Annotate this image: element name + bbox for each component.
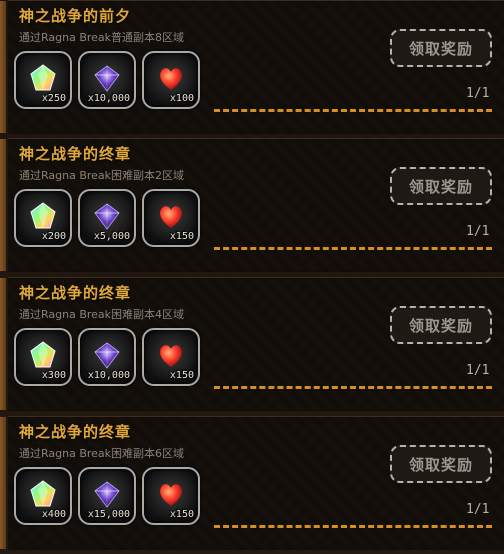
- reward-slot-heart[interactable]: x150: [142, 467, 200, 525]
- reward-slot-gem[interactable]: x10,000: [78, 51, 136, 109]
- achievement-description: 通过Ragna Break困难副本2区域: [19, 169, 185, 182]
- reward-quantity: x250: [41, 93, 66, 104]
- rainbow-crystal-icon: [30, 341, 56, 368]
- reward-quantity: x100: [169, 93, 194, 104]
- claim-reward-button[interactable]: 领取奖励: [390, 445, 492, 483]
- reward-quantity: x15,000: [87, 509, 130, 520]
- achievement-description: 通过Ragna Break困难副本4区域: [19, 308, 185, 321]
- reward-slot-heart[interactable]: x100: [142, 51, 200, 109]
- reward-quantity: x200: [41, 231, 66, 242]
- heart-icon: [160, 484, 182, 506]
- reward-slot-heart[interactable]: x150: [142, 189, 200, 247]
- purple-gem-icon: [94, 65, 120, 92]
- reward-list: x400 x15,000 x150: [14, 467, 200, 525]
- reward-list: x250 x10,000 x100: [14, 51, 200, 109]
- achievement-title: 神之战争的终章: [19, 284, 132, 302]
- reward-quantity: x300: [41, 370, 66, 381]
- progress-count: 1/1: [466, 224, 490, 239]
- achievement-title: 神之战争的前夕: [19, 7, 132, 25]
- achievement-description: 通过Ragna Break困难副本6区域: [19, 447, 185, 460]
- reward-quantity: x150: [169, 509, 194, 520]
- progress-bar: [214, 247, 492, 250]
- reward-quantity: x400: [41, 509, 66, 520]
- reward-slot-crystal[interactable]: x400: [14, 467, 72, 525]
- claim-reward-button[interactable]: 领取奖励: [390, 29, 492, 67]
- claim-reward-button[interactable]: 领取奖励: [390, 167, 492, 205]
- achievement-description: 通过Ragna Break普通副本8区域: [19, 31, 185, 44]
- rainbow-crystal-icon: [30, 64, 56, 91]
- progress-bar: [214, 109, 492, 112]
- achievement-title: 神之战争的终章: [19, 423, 132, 441]
- heart-icon: [160, 345, 182, 367]
- reward-quantity: x10,000: [87, 370, 130, 381]
- progress-count: 1/1: [466, 502, 490, 517]
- reward-quantity: x150: [169, 370, 194, 381]
- reward-slot-gem[interactable]: x15,000: [78, 467, 136, 525]
- reward-slot-crystal[interactable]: x200: [14, 189, 72, 247]
- reward-quantity: x150: [169, 231, 194, 242]
- reward-slot-crystal[interactable]: x300: [14, 328, 72, 386]
- purple-gem-icon: [94, 203, 120, 230]
- achievement-row: 神之战争的终章 通过Ragna Break困难副本6区域 x400 x15,00…: [0, 416, 504, 550]
- reward-slot-gem[interactable]: x10,000: [78, 328, 136, 386]
- heart-icon: [160, 68, 182, 90]
- achievement-list: 神之战争的前夕 通过Ragna Break普通副本8区域 x250 x10,00…: [0, 0, 504, 554]
- progress-bar: [214, 525, 492, 528]
- progress-count: 1/1: [466, 363, 490, 378]
- heart-icon: [160, 206, 182, 228]
- reward-quantity: x5,000: [93, 231, 130, 242]
- reward-quantity: x10,000: [87, 93, 130, 104]
- rainbow-crystal-icon: [30, 480, 56, 507]
- reward-slot-gem[interactable]: x5,000: [78, 189, 136, 247]
- progress-bar: [214, 386, 492, 389]
- achievement-row: 神之战争的终章 通过Ragna Break困难副本2区域 x200 x5,000: [0, 138, 504, 272]
- purple-gem-icon: [94, 481, 120, 508]
- purple-gem-icon: [94, 342, 120, 369]
- rainbow-crystal-icon: [30, 202, 56, 229]
- reward-slot-heart[interactable]: x150: [142, 328, 200, 386]
- achievement-title: 神之战争的终章: [19, 145, 132, 163]
- reward-list: x300 x10,000 x150: [14, 328, 200, 386]
- reward-slot-crystal[interactable]: x250: [14, 51, 72, 109]
- progress-count: 1/1: [466, 86, 490, 101]
- achievement-row: 神之战争的前夕 通过Ragna Break普通副本8区域 x250 x10,00…: [0, 0, 504, 134]
- claim-reward-button[interactable]: 领取奖励: [390, 306, 492, 344]
- achievement-row: 神之战争的终章 通过Ragna Break困难副本4区域 x300 x10,00…: [0, 277, 504, 411]
- reward-list: x200 x5,000 x150: [14, 189, 200, 247]
